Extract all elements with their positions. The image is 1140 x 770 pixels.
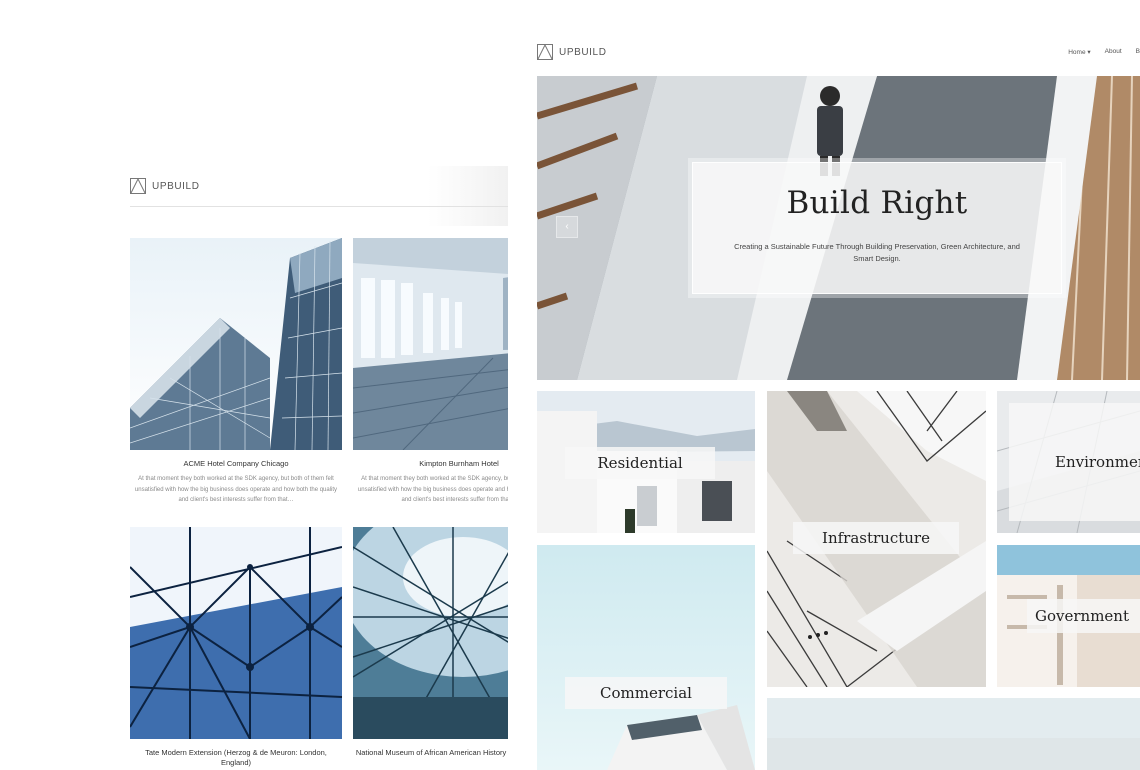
category-tile-commercial[interactable]: Commercial [537,545,755,770]
project-title[interactable]: ACME Hotel Company Chicago [130,459,342,469]
category-label: Commercial [565,677,727,709]
header-shade [428,166,508,226]
project-card[interactable]: Kimpton Burnham Hotel At that moment the… [353,238,508,506]
hero-slider: ‹ Build Right Creating a Sustainable Fut… [537,76,1140,380]
brand-name: UPBUILD [152,180,200,192]
hero-title: Build Right [786,185,968,221]
brand-name: UPBUILD [559,46,607,58]
category-label: Infrastructure [793,522,959,554]
hero-subtitle: Creating a Sustainable Future Through Bu… [734,242,1020,263]
category-tile-partial[interactable] [767,698,1140,770]
category-tile-residential[interactable]: Residential [537,391,755,533]
project-image-glass-tower[interactable] [130,238,342,450]
brand-logo[interactable]: UPBUILD [130,178,200,194]
hero-caption-box: Build Right Creating a Sustainable Futur… [688,158,1066,298]
project-title[interactable]: Tate Modern Extension (Herzog & de Meuro… [130,748,342,768]
project-description: At that moment they both worked at the S… [134,476,338,503]
category-label: Environment [1009,403,1140,521]
category-label: Residential [565,447,715,479]
showcase-stage: UPBUILD ACME Hotel Company Chicago At th… [0,0,1140,770]
slider-prev-button[interactable]: ‹ [556,216,578,238]
portfolio-page-preview: UPBUILD ACME Hotel Company Chicago At th… [110,166,508,770]
category-tile-government[interactable]: Government [997,545,1140,687]
header-divider [130,206,508,207]
nav-more[interactable]: B [1136,48,1140,56]
nav-about[interactable]: About [1105,48,1122,56]
project-card[interactable]: ACME Hotel Company Chicago At that momen… [130,238,342,506]
project-card[interactable]: Tate Modern Extension (Herzog & de Meuro… [130,527,342,768]
project-title[interactable]: Kimpton Burnham Hotel [353,459,508,469]
nav-home[interactable]: Home ▾ [1068,48,1090,56]
main-nav: Home ▾ About B [1068,48,1140,56]
homepage-preview: UPBUILD Home ▾ About B ‹ Build Right Cre… [537,32,1140,770]
logo-icon [537,44,553,60]
category-tile-infrastructure[interactable]: Infrastructure [767,391,986,687]
project-image-dome-ceiling[interactable] [353,527,508,739]
project-image-glass-roof-lattice[interactable] [130,527,342,739]
category-tile-environment[interactable]: Environment [997,391,1140,533]
brand-logo[interactable]: UPBUILD [537,44,607,60]
project-image-office-interior[interactable] [353,238,508,450]
logo-icon [130,178,146,194]
project-description: At that moment they both worked at the S… [357,476,508,503]
category-label: Government [1027,599,1140,633]
project-card[interactable]: National Museum of African American Hist… [353,527,508,758]
project-title[interactable]: National Museum of African American Hist… [353,748,508,758]
